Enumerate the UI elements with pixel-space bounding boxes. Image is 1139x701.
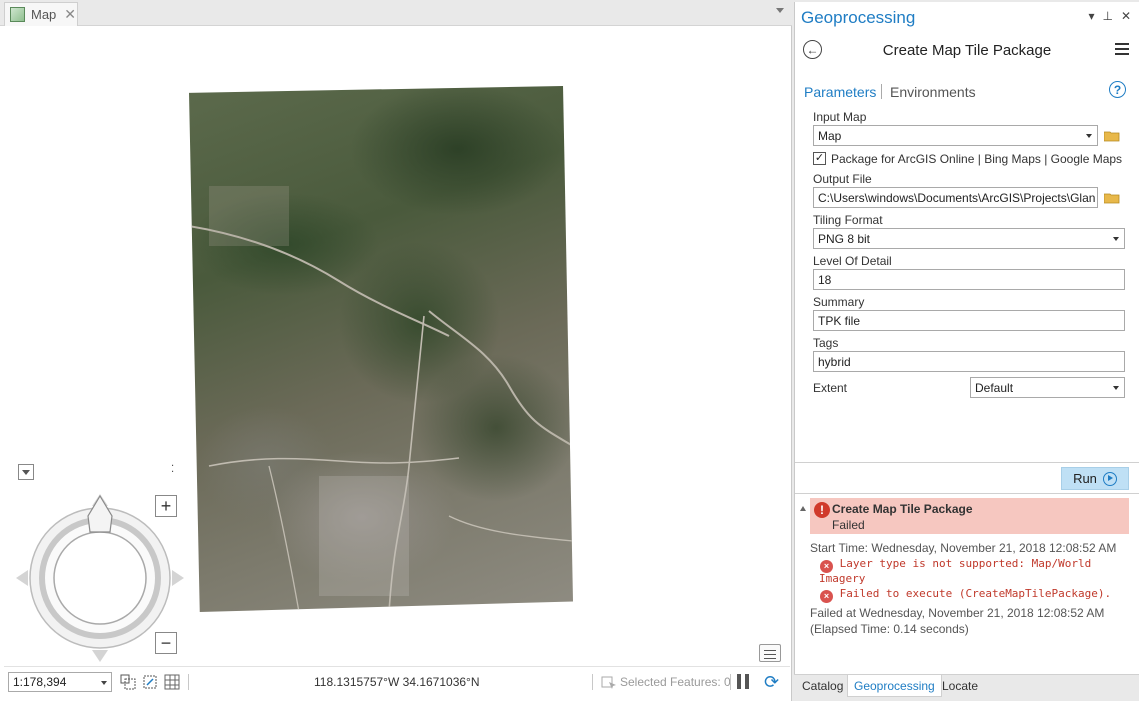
pane-header: Geoprocessing ▾ ⊥ ✕ — [795, 2, 1139, 32]
error-icon: ! — [814, 502, 830, 518]
run-button-label: Run — [1073, 471, 1097, 486]
tab-catalog[interactable]: Catalog — [796, 675, 849, 697]
hamburger-icon[interactable] — [1115, 43, 1129, 55]
tool-title: Create Map Tile Package — [882, 42, 1052, 59]
chevron-down-icon[interactable] — [776, 8, 784, 13]
pin-icon[interactable]: ⊥ — [1102, 9, 1112, 23]
snapping-icon[interactable] — [142, 674, 158, 690]
close-icon[interactable]: ✕ — [64, 6, 76, 23]
map-icon — [10, 7, 25, 22]
tiling-format-select[interactable]: PNG 8 bit — [813, 228, 1125, 249]
fixed-zoom-icon[interactable] — [120, 674, 136, 690]
navigator-toggle[interactable] — [18, 464, 34, 480]
status-bar: 1:178,394 118.1315757°W 34.1671036°N Sel… — [4, 666, 790, 696]
status-separator — [592, 674, 593, 690]
folder-icon[interactable] — [1104, 192, 1120, 204]
scale-value: 1:178,394 — [13, 675, 67, 689]
tab-map[interactable]: Map ✕ — [4, 2, 78, 26]
pane-title: Geoprocessing — [801, 8, 916, 27]
summary-value: TPK file — [818, 314, 861, 328]
extent-value: Default — [975, 381, 1014, 395]
tiling-format-value: PNG 8 bit — [818, 232, 871, 246]
collapse-messages-icon[interactable] — [800, 506, 806, 511]
error-message-2-text: Failed to execute (CreateMapTilePackage)… — [839, 587, 1112, 600]
extent-select[interactable]: Default — [970, 377, 1125, 398]
cursor-coordinates: 118.1315757°W 34.1671036°N — [314, 675, 480, 689]
tab-separator — [881, 84, 882, 99]
tags-value: hybrid — [818, 355, 851, 369]
tags-input[interactable]: hybrid — [813, 351, 1125, 372]
tab-geoprocessing[interactable]: Geoprocessing — [847, 675, 942, 697]
level-of-detail-value: 18 — [818, 273, 832, 287]
status-separator — [188, 674, 189, 690]
map-pane: Map ✕ ⁚ + − 1:178,394 118.1315757°W 34.1… — [0, 0, 792, 701]
error-icon: × — [820, 590, 833, 603]
selection-icon — [601, 676, 616, 689]
banner-status: Failed — [832, 518, 865, 532]
summary-label: Summary — [813, 295, 865, 309]
summary-input[interactable]: TPK file — [813, 310, 1125, 331]
start-time: Start Time: Wednesday, November 21, 2018… — [810, 541, 1117, 555]
chevron-down-icon — [1113, 386, 1119, 390]
error-message-1-cont: Imagery — [819, 572, 865, 585]
zoom-in-button[interactable]: + — [155, 495, 177, 517]
error-banner: ! Create Map Tile Package Failed — [810, 498, 1129, 534]
map-tabstrip: Map ✕ — [0, 0, 792, 26]
help-icon[interactable]: ? — [1109, 81, 1126, 98]
tiling-format-label: Tiling Format — [813, 213, 883, 227]
chevron-down-icon[interactable]: ▾ — [1088, 9, 1094, 23]
folder-icon[interactable] — [1104, 130, 1120, 142]
close-icon[interactable]: ✕ — [1121, 9, 1131, 23]
error-message-1: × Layer type is not supported: Map/World — [820, 557, 1091, 573]
input-map-select[interactable]: Map — [813, 125, 1098, 146]
tags-label: Tags — [813, 336, 839, 350]
level-of-detail-label: Level Of Detail — [813, 254, 892, 268]
drag-handle-icon[interactable]: ⁚ — [171, 464, 175, 475]
satellite-imagery — [189, 86, 573, 612]
geoprocessing-pane: Geoprocessing ▾ ⊥ ✕ ← Create Map Tile Pa… — [794, 2, 1139, 701]
run-button[interactable]: Run — [1061, 467, 1129, 490]
tab-map-label: Map — [31, 7, 57, 22]
play-icon — [1102, 471, 1117, 486]
scale-select[interactable]: 1:178,394 — [8, 672, 112, 692]
footer-separator — [795, 462, 1139, 463]
tool-tabs: Parameters Environments ? — [795, 70, 1139, 104]
bottom-tabs: Catalog Geoprocessing Locate — [794, 674, 1139, 701]
output-file-input[interactable]: C:\Users\windows\Documents\ArcGIS\Projec… — [813, 187, 1098, 208]
tab-locate[interactable]: Locate — [936, 675, 984, 697]
pause-drawing-button[interactable] — [737, 674, 751, 689]
chevron-down-icon — [101, 681, 107, 685]
selected-features-count: Selected Features: 0 — [620, 675, 731, 689]
zoom-out-button[interactable]: − — [155, 632, 177, 654]
chevron-down-icon — [1086, 134, 1092, 138]
extent-label: Extent — [813, 381, 848, 395]
input-map-value: Map — [818, 129, 842, 143]
road-network-overlay — [189, 186, 573, 612]
messages-separator — [795, 493, 1139, 494]
error-message-1-line1: Layer type is not supported: Map/World — [839, 557, 1092, 570]
package-checkbox[interactable]: ✓ — [813, 152, 826, 165]
tab-parameters[interactable]: Parameters — [804, 84, 876, 100]
tab-environments[interactable]: Environments — [890, 84, 976, 100]
level-of-detail-input[interactable]: 18 — [813, 269, 1125, 290]
tool-titlebar: ← Create Map Tile Package — [795, 32, 1139, 70]
status-separator — [730, 674, 731, 690]
grid-icon[interactable] — [164, 674, 180, 690]
error-message-1-line2: Imagery — [819, 572, 866, 585]
output-file-value: C:\Users\windows\Documents\ArcGIS\Projec… — [818, 191, 1096, 205]
pane-controls: ▾ ⊥ ✕ — [1088, 9, 1131, 23]
output-file-label: Output File — [813, 172, 872, 186]
banner-title: Create Map Tile Package — [832, 502, 973, 516]
list-icon[interactable] — [759, 644, 781, 662]
error-message-2: × Failed to execute (CreateMapTilePackag… — [820, 587, 1111, 603]
input-map-label: Input Map — [813, 110, 867, 124]
map-canvas[interactable]: ⁚ + − — [4, 26, 790, 666]
refresh-icon[interactable]: ⟳ — [764, 672, 784, 692]
failed-at: Failed at Wednesday, November 21, 2018 1… — [810, 606, 1105, 620]
elapsed-time: (Elapsed Time: 0.14 seconds) — [810, 622, 969, 636]
package-checkbox-label: Package for ArcGIS Online | Bing Maps | … — [831, 152, 1123, 166]
chevron-down-icon — [1113, 237, 1119, 241]
